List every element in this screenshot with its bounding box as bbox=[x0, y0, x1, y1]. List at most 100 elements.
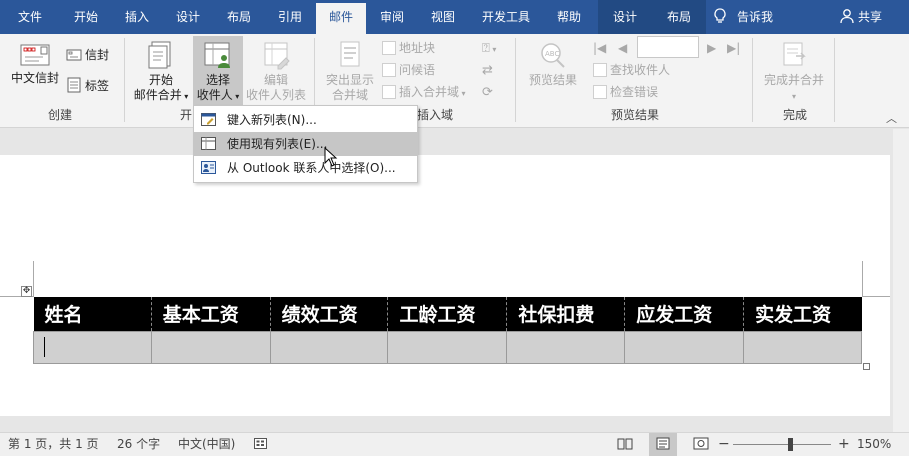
header-cell-base-salary[interactable]: 基本工资 bbox=[150, 297, 271, 331]
macro-record-icon[interactable] bbox=[254, 433, 267, 456]
tell-me-box[interactable]: 告诉我 bbox=[713, 0, 773, 34]
tab-developer[interactable]: 开发工具 bbox=[468, 0, 544, 34]
check-errors-button[interactable]: 检查错误 bbox=[593, 83, 658, 101]
table-cell[interactable] bbox=[624, 330, 745, 364]
tab-help[interactable]: 帮助 bbox=[544, 0, 594, 34]
zoom-level[interactable]: 150% bbox=[857, 433, 891, 456]
table-resize-handle[interactable] bbox=[863, 363, 870, 370]
record-nav-prev[interactable]: ◀ bbox=[618, 39, 627, 57]
table-cell[interactable] bbox=[743, 330, 862, 364]
tab-table-layout[interactable]: 布局 bbox=[652, 0, 706, 34]
document-area bbox=[0, 129, 909, 432]
recipients-list-icon bbox=[204, 42, 230, 68]
first-record-icon: |◀ bbox=[593, 41, 607, 55]
header-cell-gross-pay[interactable]: 应发工资 bbox=[624, 297, 744, 331]
tab-review[interactable]: 审阅 bbox=[366, 0, 418, 34]
menu-item-use-existing-list[interactable]: 使用现有列表(E)... bbox=[194, 132, 417, 156]
preview-results-button[interactable]: ABC 预览结果 bbox=[522, 40, 584, 88]
new-list-icon bbox=[201, 113, 216, 126]
group-separator bbox=[752, 38, 753, 122]
record-number-input[interactable] bbox=[637, 36, 699, 58]
group-separator bbox=[834, 38, 835, 122]
edit-recipient-list-line2: 收件人列表 bbox=[245, 88, 306, 102]
print-layout-icon[interactable] bbox=[649, 433, 677, 456]
tab-design[interactable]: 设计 bbox=[162, 0, 214, 34]
select-recipients-line2: 收件人 bbox=[196, 88, 233, 102]
web-layout-icon[interactable] bbox=[693, 433, 709, 456]
highlight-merge-fields-button[interactable]: 突出显示 合并域 bbox=[320, 40, 380, 103]
insert-merge-field-button[interactable]: 插入合并域 ▾ bbox=[382, 83, 466, 101]
envelope-icon bbox=[20, 44, 50, 66]
share-label: 共享 bbox=[858, 10, 883, 24]
tab-table-design[interactable]: 设计 bbox=[598, 0, 652, 34]
greeting-line-label: 问候语 bbox=[399, 63, 436, 77]
chinese-envelope-button[interactable]: 中文信封 bbox=[8, 42, 62, 86]
menu-item-label: 从 Outlook 联系人中选择(O)... bbox=[227, 161, 396, 175]
check-errors-label: 检查错误 bbox=[610, 85, 659, 99]
tab-insert[interactable]: 插入 bbox=[112, 0, 162, 34]
table-cell[interactable] bbox=[387, 330, 508, 364]
vertical-scrollbar[interactable] bbox=[893, 129, 909, 432]
zoom-out-icon[interactable]: − bbox=[718, 433, 730, 456]
zoom-in-icon[interactable]: + bbox=[838, 433, 850, 456]
header-cell-social-insurance[interactable]: 社保扣费 bbox=[506, 297, 625, 331]
table-cell[interactable] bbox=[269, 330, 389, 364]
insert-merge-field-label: 插入合并域 bbox=[399, 85, 460, 99]
group-label-create: 创建 bbox=[47, 108, 72, 122]
finish-merge-button[interactable]: 完成并合并 ▾ bbox=[758, 40, 830, 104]
match-fields-button[interactable]: ⇄ bbox=[482, 61, 493, 79]
envelope-small-icon bbox=[66, 49, 82, 61]
zoom-slider-thumb[interactable] bbox=[788, 438, 793, 451]
read-mode-icon[interactable] bbox=[617, 433, 633, 456]
record-nav-last[interactable]: ▶| bbox=[727, 39, 740, 57]
address-block-button[interactable]: 地址块 bbox=[382, 39, 435, 57]
start-mail-merge-line1: 开始 bbox=[148, 73, 173, 87]
share-button[interactable]: 共享 bbox=[840, 0, 882, 34]
record-nav-first[interactable]: |◀ bbox=[593, 39, 606, 57]
edit-recipient-list-button[interactable]: 编辑 收件人列表 bbox=[244, 40, 308, 103]
tab-mailings[interactable]: 邮件 bbox=[316, 3, 366, 34]
labels-button[interactable]: 标签 bbox=[66, 77, 109, 95]
document-page[interactable] bbox=[0, 155, 890, 416]
menu-item-outlook-contacts[interactable]: 从 Outlook 联系人中选择(O)... bbox=[194, 156, 417, 180]
tab-view[interactable]: 视图 bbox=[418, 0, 468, 34]
find-recipient-icon bbox=[593, 63, 607, 77]
select-recipients-line1: 选择 bbox=[205, 73, 230, 87]
page-count-status[interactable]: 第 1 页，共 1 页 bbox=[8, 433, 99, 456]
start-mail-merge-button[interactable]: 开始 邮件合并 ▾ bbox=[131, 40, 191, 104]
zoom-slider-track[interactable] bbox=[733, 444, 831, 445]
update-labels-button[interactable]: ⟳ bbox=[482, 83, 493, 101]
envelopes-button[interactable]: 信封 bbox=[66, 46, 109, 64]
language-status[interactable]: 中文(中国) bbox=[178, 433, 235, 456]
header-cell-seniority-pay[interactable]: 工龄工资 bbox=[387, 297, 507, 331]
salary-table[interactable]: 姓名 基本工资 绩效工资 工龄工资 社保扣费 应发工资 实发工资 bbox=[33, 297, 862, 364]
ribbon-mailings: 中文信封 信封 标签 创建 开始 邮件合并 ▾ 选择 收件人 ▾ 编辑 收件人列… bbox=[0, 34, 909, 128]
find-recipient-button[interactable]: 查找收件人 bbox=[593, 61, 670, 79]
menu-item-label: 使用现有列表(E)... bbox=[227, 137, 328, 151]
tab-home[interactable]: 开始 bbox=[60, 0, 112, 34]
tab-file[interactable]: 文件 bbox=[0, 0, 60, 34]
header-cell-performance-pay[interactable]: 绩效工资 bbox=[269, 297, 388, 331]
collapse-ribbon-icon[interactable]: ︿ bbox=[886, 110, 897, 126]
header-cell-net-pay[interactable]: 实发工资 bbox=[743, 297, 862, 331]
chevron-down-icon: ▾ bbox=[232, 92, 240, 101]
table-cell[interactable] bbox=[33, 330, 152, 364]
outlook-contacts-icon bbox=[201, 161, 216, 174]
select-recipients-button[interactable]: 选择 收件人 ▾ bbox=[193, 36, 243, 106]
tab-layout[interactable]: 布局 bbox=[214, 0, 264, 34]
greeting-line-button[interactable]: 问候语 bbox=[382, 61, 435, 79]
menu-item-label: 键入新列表(N)... bbox=[227, 113, 317, 127]
table-cell[interactable] bbox=[506, 330, 626, 364]
envelopes-label: 信封 bbox=[85, 48, 110, 62]
next-record-icon: ▶ bbox=[707, 41, 717, 55]
word-count-status[interactable]: 26 个字 bbox=[117, 433, 160, 456]
table-cell[interactable] bbox=[150, 330, 271, 364]
header-cell-name[interactable]: 姓名 bbox=[33, 297, 152, 331]
rules-button[interactable]: ⍰ ▾ bbox=[482, 39, 496, 57]
table-move-handle-icon[interactable]: ✥ bbox=[21, 286, 32, 297]
record-nav-next[interactable]: ▶ bbox=[707, 39, 716, 57]
menu-item-type-new-list[interactable]: 键入新列表(N)... bbox=[194, 108, 417, 132]
mouse-pointer-icon bbox=[324, 147, 338, 167]
chevron-down-icon: ▾ bbox=[791, 92, 796, 101]
tab-references[interactable]: 引用 bbox=[264, 0, 316, 34]
